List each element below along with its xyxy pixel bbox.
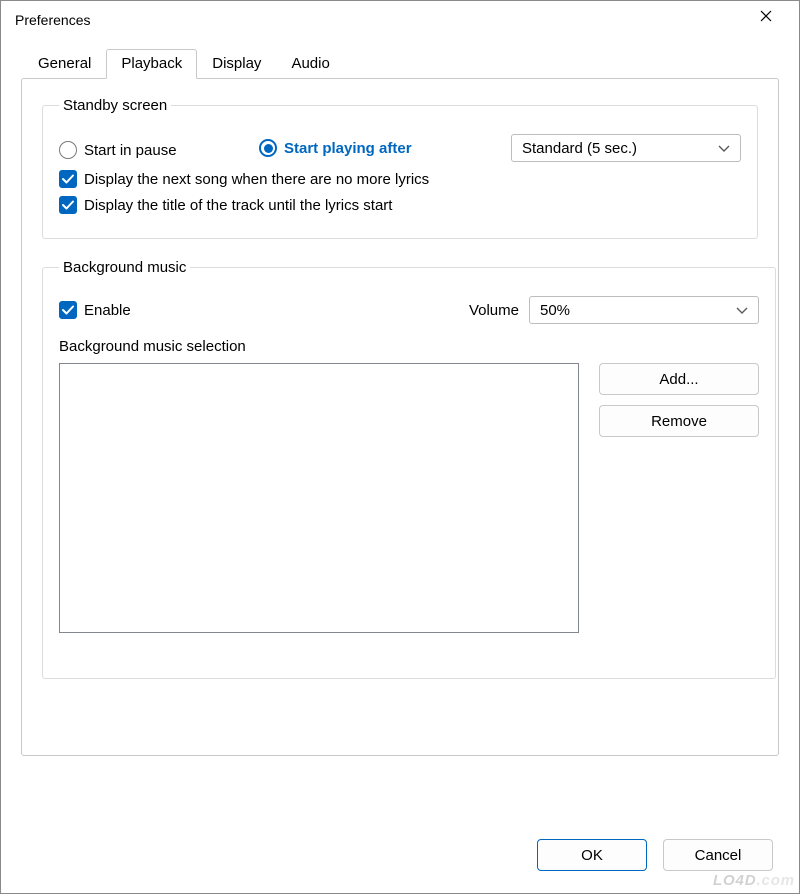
watermark-suffix: .com [756, 872, 795, 889]
tab-playback[interactable]: Playback [106, 49, 197, 79]
chevron-down-icon [718, 140, 730, 157]
select-value: 50% [540, 302, 570, 319]
radio-icon [59, 141, 77, 159]
checkbox-icon [59, 301, 77, 319]
group-background-music: Background music Enable Volume 50% [42, 259, 776, 679]
tab-general[interactable]: General [23, 49, 106, 78]
window-close-button[interactable] [743, 1, 789, 33]
button-label: Remove [651, 413, 707, 430]
tab-label: Audio [291, 55, 329, 72]
radio-start-playing-after[interactable]: Start playing after [259, 139, 412, 157]
close-icon [760, 9, 772, 26]
tab-audio[interactable]: Audio [276, 49, 344, 78]
group-legend: Background music [59, 259, 190, 276]
tab-label: Playback [121, 55, 182, 72]
checkbox-label: Display the title of the track until the… [84, 197, 392, 214]
tabstrip: General Playback Display Audio [23, 49, 779, 78]
ok-button[interactable]: OK [537, 839, 647, 871]
group-legend: Standby screen [59, 97, 171, 114]
button-label: Add... [659, 371, 698, 388]
preferences-window: Preferences General Playback Display Aud… [0, 0, 800, 894]
select-bg-volume[interactable]: 50% [529, 296, 759, 324]
checkbox-icon [59, 196, 77, 214]
radio-icon [259, 139, 277, 157]
checkbox-display-next-song[interactable]: Display the next song when there are no … [59, 170, 429, 188]
bg-selection-listbox[interactable] [59, 363, 579, 633]
checkbox-display-title-until-lyrics[interactable]: Display the title of the track until the… [59, 196, 392, 214]
radio-label: Start playing after [284, 140, 412, 157]
select-start-delay[interactable]: Standard (5 sec.) [511, 134, 741, 162]
checkbox-label: Display the next song when there are no … [84, 171, 429, 188]
select-value: Standard (5 sec.) [522, 140, 637, 157]
window-title: Preferences [15, 12, 90, 28]
tab-label: General [38, 55, 91, 72]
button-label: OK [581, 847, 603, 864]
tab-panel-playback: Standby screen Start in pause Start play… [21, 78, 779, 756]
radio-label: Start in pause [84, 142, 177, 159]
add-button[interactable]: Add... [599, 363, 759, 395]
volume-label: Volume [469, 302, 519, 319]
tab-display[interactable]: Display [197, 49, 276, 78]
checkbox-bg-enable[interactable]: Enable [59, 301, 131, 319]
checkbox-icon [59, 170, 77, 188]
button-label: Cancel [695, 847, 742, 864]
watermark-brand: LO4D [713, 872, 757, 889]
chevron-down-icon [736, 302, 748, 319]
radio-start-in-pause[interactable]: Start in pause [59, 141, 177, 159]
watermark: LO4D.com [713, 865, 795, 891]
tab-label: Display [212, 55, 261, 72]
client-area: General Playback Display Audio Standby s… [1, 39, 799, 893]
bg-selection-label: Background music selection [59, 338, 759, 355]
remove-button[interactable]: Remove [599, 405, 759, 437]
group-standby-screen: Standby screen Start in pause Start play… [42, 97, 758, 239]
checkbox-label: Enable [84, 302, 131, 319]
titlebar: Preferences [1, 1, 799, 39]
